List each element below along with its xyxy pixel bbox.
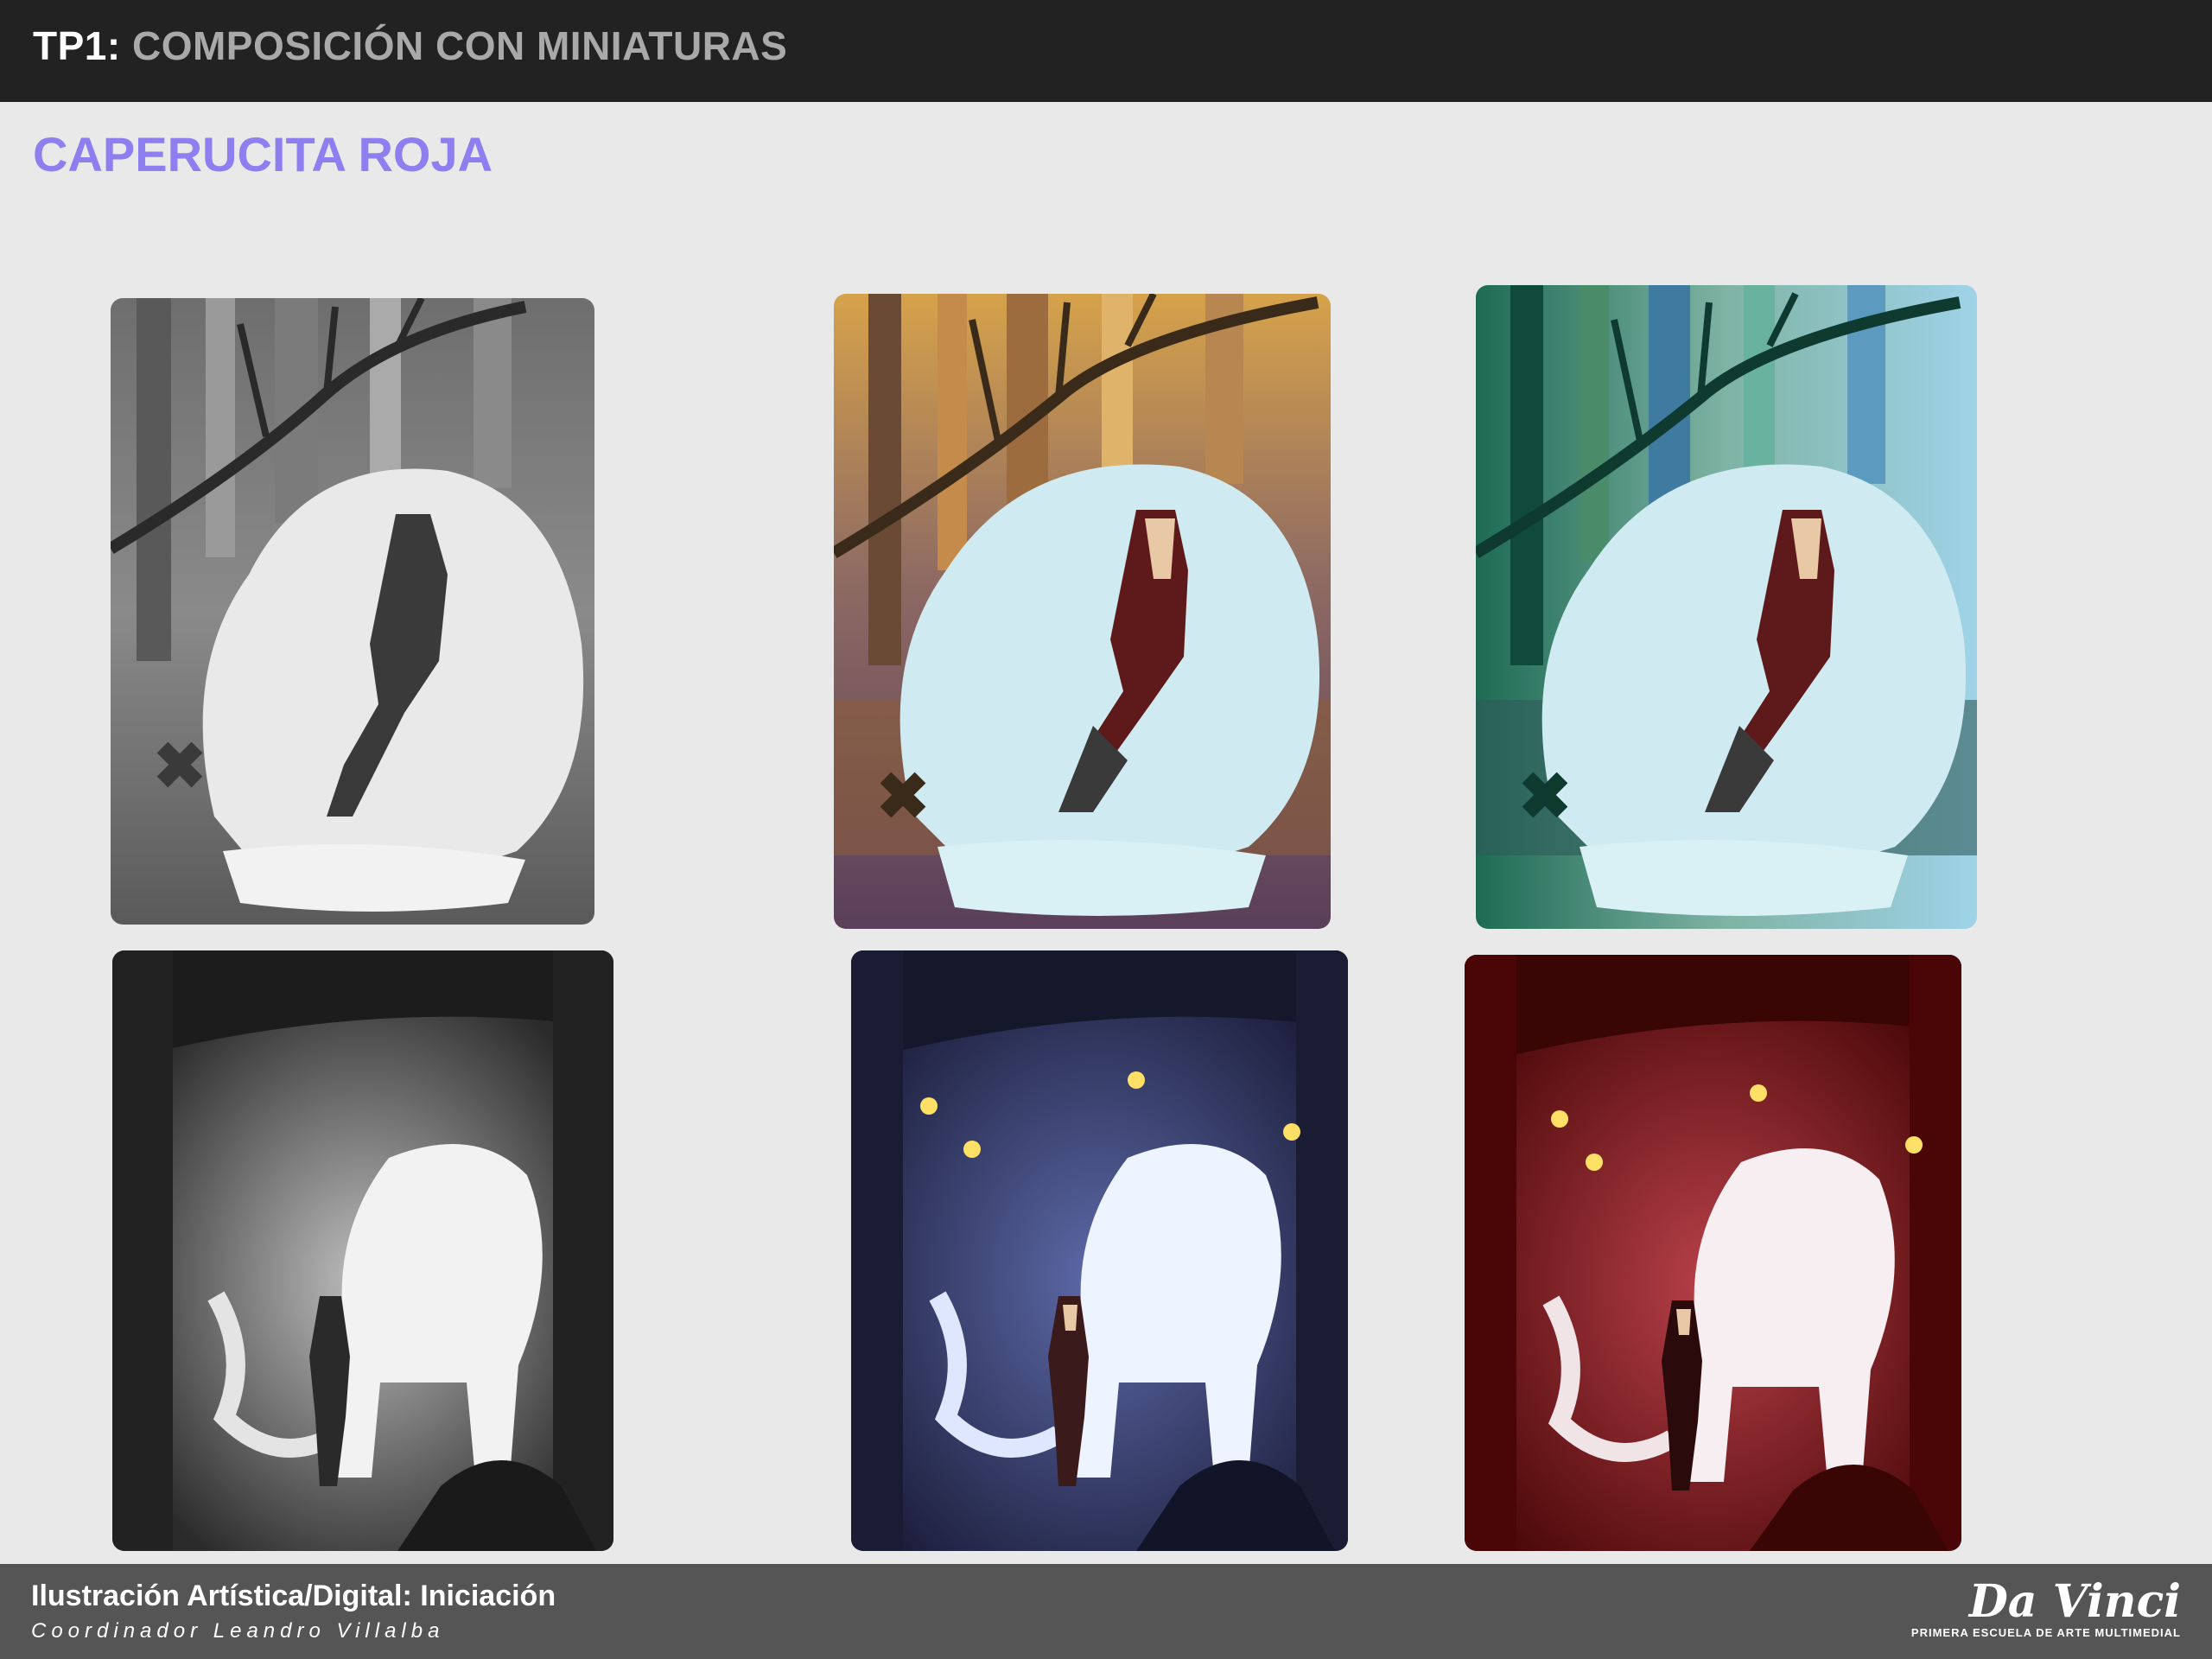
footer-bar: Ilustración Artística/Digital: Iniciació…	[0, 1564, 2212, 1659]
page-title: TP1: COMPOSICIÓN CON MINIATURAS	[33, 22, 787, 69]
story-title: CAPERUCITA ROJA	[33, 127, 493, 181]
logo-brand: Da Vinci	[1968, 1575, 2181, 1628]
thumbnail-night-standing	[851, 950, 1348, 1551]
thumbnail-grayscale-standing	[112, 950, 613, 1551]
assignment-name: COMPOSICIÓN CON MINIATURAS	[131, 23, 788, 68]
thumbnail-crimson-standing	[1465, 955, 1961, 1551]
thumbnail-warm-resting	[834, 294, 1331, 929]
school-logo: Da Vinci PRIMERA ESCUELA DE ARTE MULTIME…	[1910, 1575, 2181, 1640]
coordinator-name: Coordinador Leandro Villalba	[31, 1619, 445, 1643]
thumbnail-green-resting	[1476, 285, 1977, 929]
assignment-code: TP1:	[33, 23, 121, 68]
course-title: Ilustración Artística/Digital: Iniciació…	[31, 1580, 556, 1612]
thumbnail-grayscale-resting	[111, 298, 594, 925]
logo-tagline: PRIMERA ESCUELA DE ARTE MULTIMEDIAL	[1910, 1626, 2181, 1639]
header-bar: TP1: COMPOSICIÓN CON MINIATURAS	[0, 0, 2212, 102]
